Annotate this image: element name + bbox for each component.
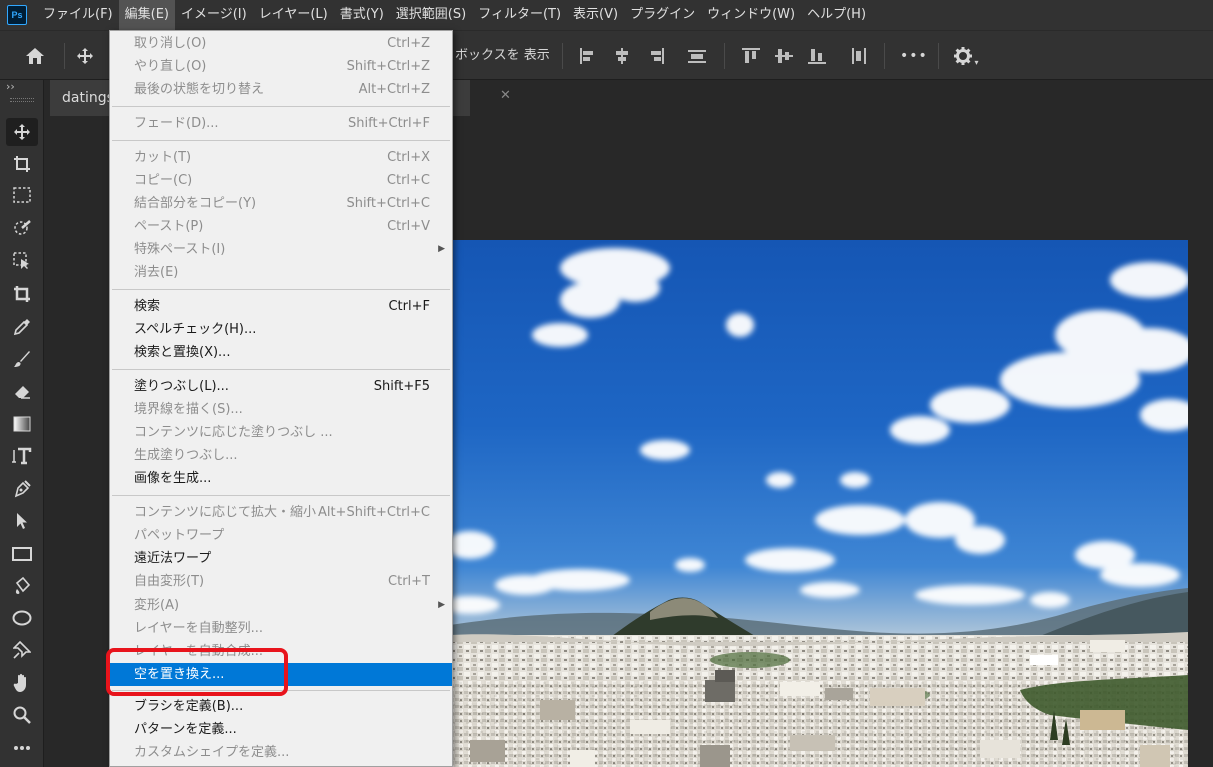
- menu-item-copy-merged[interactable]: 結合部分をコピー(Y) Shift+Ctrl+C: [110, 192, 452, 215]
- menu-separator: [112, 106, 450, 107]
- artboard-tool-icon[interactable]: [6, 150, 38, 178]
- menu-view[interactable]: 表示(V): [567, 0, 624, 30]
- menu-help[interactable]: ヘルプ(H): [801, 0, 872, 30]
- paint-bucket-icon[interactable]: [6, 572, 38, 600]
- menu-item-define-brush[interactable]: ブラシを定義(B)...: [110, 695, 452, 718]
- menu-type[interactable]: 書式(Y): [334, 0, 390, 30]
- menu-item-stroke[interactable]: 境界線を描く(S)...: [110, 398, 452, 421]
- menu-item-cut[interactable]: カット(T) Ctrl+X: [110, 146, 452, 169]
- menu-item-content-aware-scale[interactable]: コンテンツに応じて拡大・縮小 Alt+Shift+Ctrl+C: [110, 501, 452, 524]
- tools-panel: ››: [0, 80, 44, 767]
- gear-icon[interactable]: ▾: [952, 31, 980, 81]
- marquee-tool-icon[interactable]: [6, 181, 38, 209]
- city-sky-photo: [450, 248, 1188, 767]
- menu-item-paste-special[interactable]: 特殊ペースト(I) ▶: [110, 238, 452, 261]
- menu-separator: [112, 495, 450, 496]
- object-selection-tool-icon[interactable]: [6, 247, 38, 275]
- gradient-tool-icon[interactable]: [6, 410, 38, 438]
- align-center-icon[interactable]: [613, 48, 631, 64]
- menu-item-content-aware-fill[interactable]: コンテンツに応じた塗りつぶし ...: [110, 421, 452, 444]
- photoshop-logo-icon: Ps: [7, 5, 27, 25]
- document-image: [450, 240, 1188, 767]
- align-bottom-icon[interactable]: [808, 48, 826, 64]
- menu-file[interactable]: ファイル(F): [37, 0, 119, 30]
- menu-item-copy[interactable]: コピー(C) Ctrl+C: [110, 169, 452, 192]
- submenu-arrow-icon: ▶: [438, 600, 445, 610]
- type-tool-icon[interactable]: [6, 442, 38, 470]
- menu-item-define-custom-shape[interactable]: カスタムシェイプを定義...: [110, 741, 452, 764]
- menu-item-toggle-last-state[interactable]: 最後の状態を切り替え Alt+Ctrl+Z: [110, 78, 452, 101]
- menu-select[interactable]: 選択範囲(S): [390, 0, 472, 30]
- menu-bar: Ps ファイル(F) 編集(E) イメージ(I) レイヤー(L) 書式(Y) 選…: [0, 0, 1213, 30]
- collapse-chevron-icon[interactable]: ››: [6, 80, 15, 93]
- menu-item-find-replace[interactable]: 検索と置換(X)...: [110, 341, 452, 364]
- menu-item-fade[interactable]: フェード(D)... Shift+Ctrl+F: [110, 112, 452, 135]
- menu-item-define-pattern[interactable]: パターンを定義...: [110, 718, 452, 741]
- menu-item-paste[interactable]: ペースト(P) Ctrl+V: [110, 215, 452, 238]
- menu-item-redo[interactable]: やり直し(O) Shift+Ctrl+Z: [110, 55, 452, 78]
- submenu-arrow-icon: ▶: [438, 244, 445, 254]
- eraser-tool-icon[interactable]: [6, 377, 38, 405]
- menu-item-clear[interactable]: 消去(E): [110, 261, 452, 284]
- move-tool-icon[interactable]: [6, 118, 38, 146]
- menu-item-puppet-warp[interactable]: パペットワープ: [110, 524, 452, 547]
- menu-item-auto-align-layers[interactable]: レイヤーを自動整列...: [110, 617, 452, 640]
- ellipse-tool-icon[interactable]: [6, 604, 38, 632]
- pen-tool-icon[interactable]: [6, 475, 38, 503]
- menu-separator: [112, 289, 450, 290]
- panel-grip[interactable]: [10, 98, 34, 102]
- hand-tool-icon[interactable]: [6, 669, 38, 697]
- move-tool-icon[interactable]: [72, 31, 98, 81]
- menu-separator: [112, 369, 450, 370]
- menu-item-perspective-warp[interactable]: 遠近法ワープ: [110, 547, 452, 570]
- close-icon[interactable]: ✕: [500, 88, 511, 103]
- eyedropper-tool-icon[interactable]: [6, 313, 38, 341]
- align-middle-icon[interactable]: [775, 48, 793, 64]
- crop-tool-icon[interactable]: [6, 280, 38, 308]
- align-top-icon[interactable]: [742, 48, 760, 64]
- menu-item-undo[interactable]: 取り消し(O) Ctrl+Z: [110, 32, 452, 55]
- more-options-button[interactable]: •••: [900, 31, 928, 81]
- path-selection-tool-icon[interactable]: [6, 507, 38, 535]
- menu-edit[interactable]: 編集(E): [118, 0, 175, 30]
- quick-selection-tool-icon[interactable]: [6, 214, 38, 242]
- menu-item-spell-check[interactable]: スペルチェック(H)...: [110, 318, 452, 341]
- distribute-horizontal-icon[interactable]: [850, 48, 868, 64]
- zoom-tool-icon[interactable]: [6, 701, 38, 729]
- menu-item-transform[interactable]: 変形(A) ▶: [110, 594, 452, 617]
- menu-item-search[interactable]: 検索 Ctrl+F: [110, 295, 452, 318]
- menu-separator: [112, 140, 450, 141]
- menu-item-fill[interactable]: 塗りつぶし(L)... Shift+F5: [110, 375, 452, 398]
- more-tools-icon[interactable]: [6, 734, 38, 762]
- rectangle-tool-icon[interactable]: [6, 540, 38, 568]
- menu-item-generate-image[interactable]: 画像を生成...: [110, 467, 452, 490]
- align-right-icon[interactable]: [646, 48, 664, 64]
- distribute-icon[interactable]: [688, 48, 706, 64]
- menu-item-free-transform[interactable]: 自由変形(T) Ctrl+T: [110, 570, 452, 593]
- show-transform-box-label[interactable]: ボックスを 表示: [455, 31, 550, 81]
- puppet-pin-icon[interactable]: [6, 636, 38, 664]
- highlight-annotation-box: [106, 648, 288, 696]
- home-icon[interactable]: [20, 31, 50, 81]
- menu-filter[interactable]: フィルター(T): [472, 0, 567, 30]
- align-left-icon[interactable]: [580, 48, 598, 64]
- menu-item-generative-fill[interactable]: 生成塗りつぶし...: [110, 444, 452, 467]
- menu-layer[interactable]: レイヤー(L): [253, 0, 334, 30]
- menu-image[interactable]: イメージ(I): [175, 0, 253, 30]
- menu-window[interactable]: ウィンドウ(W): [701, 0, 801, 30]
- menu-plugins[interactable]: プラグイン: [624, 0, 701, 30]
- brush-tool-icon[interactable]: [6, 345, 38, 373]
